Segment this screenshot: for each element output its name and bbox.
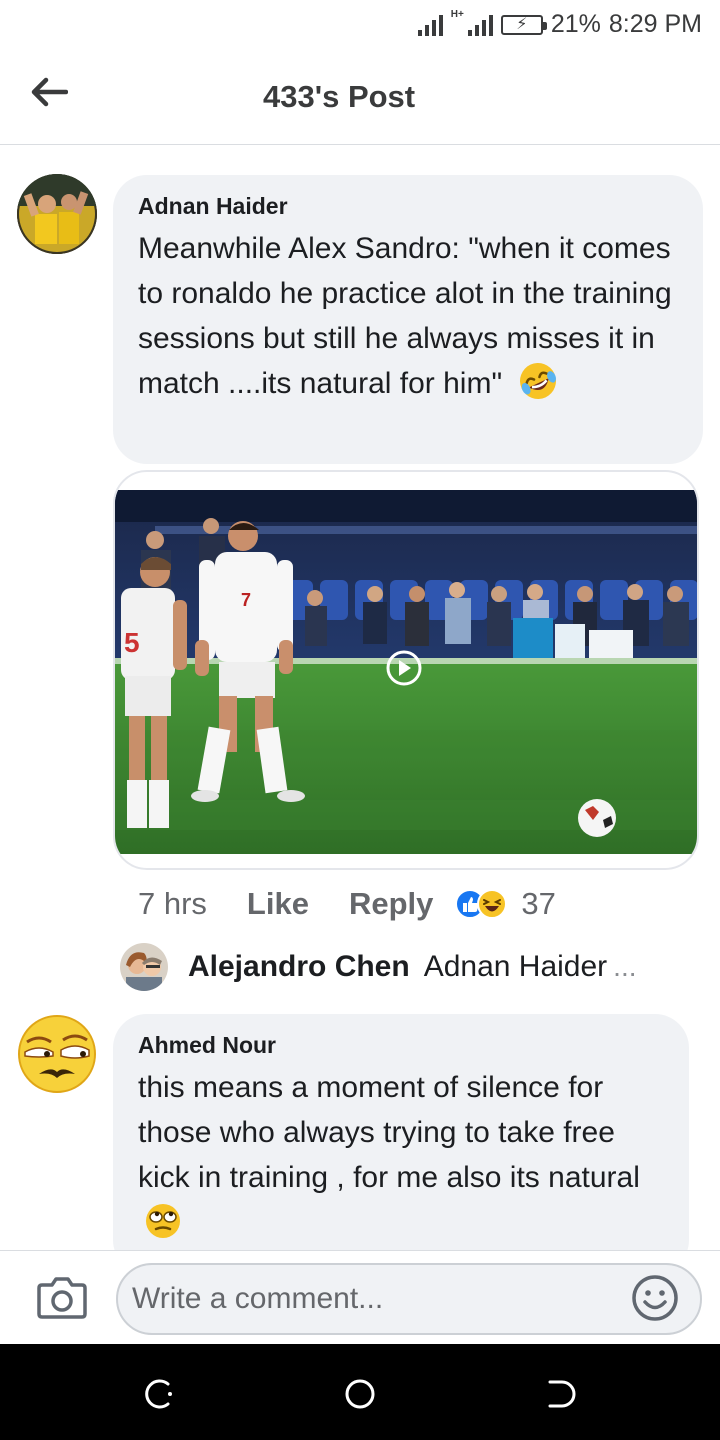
reply-more: ...	[613, 951, 637, 982]
page-header: 433's Post	[0, 50, 720, 145]
face-with-rolling-eyes-emoji-icon	[146, 1204, 180, 1238]
comment-text: Meanwhile Alex Sandro: "when it comes to…	[138, 232, 672, 400]
back-icon	[548, 1380, 576, 1408]
avatar[interactable]	[17, 1014, 97, 1094]
signal-icon	[417, 14, 443, 36]
haha-reaction-icon	[477, 889, 508, 919]
home-button[interactable]	[340, 1374, 380, 1414]
home-icon	[345, 1379, 375, 1409]
comment-author[interactable]: Ahmed Nour	[138, 1032, 663, 1059]
page-title: 433's Post	[263, 79, 416, 114]
camera-button[interactable]	[36, 1273, 88, 1321]
svg-text:7: 7	[241, 590, 251, 610]
arrow-left-icon	[31, 77, 68, 107]
reply-author[interactable]: Alejandro Chen	[188, 950, 410, 984]
reactions[interactable]	[455, 889, 508, 919]
smiley-icon	[632, 1275, 678, 1321]
battery-level: 21%	[550, 10, 601, 38]
comment-actions: 7 hrs Like Reply 37	[138, 884, 556, 924]
rolling-laughing-emoji-icon	[520, 363, 557, 399]
system-back-button[interactable]	[540, 1374, 580, 1414]
network-type: H+	[450, 9, 464, 20]
battery-icon: ⚡	[500, 14, 547, 35]
comment-bubble: Ahmed Nour this means a moment of silenc…	[113, 1014, 689, 1274]
emoji-button[interactable]	[630, 1273, 680, 1323]
svg-text:5: 5	[124, 627, 140, 658]
system-nav-bar	[0, 1344, 720, 1440]
video-thumbnail[interactable]: 5 7	[115, 490, 697, 854]
comment-time: 7 hrs	[138, 886, 207, 921]
comment-input[interactable]	[116, 1263, 702, 1335]
recent-apps-button[interactable]	[140, 1374, 180, 1414]
comment-text: this means a moment of silence for those…	[138, 1071, 640, 1194]
reply-button[interactable]: Reply	[349, 886, 433, 922]
back-button[interactable]	[26, 72, 72, 112]
reaction-count: 37	[521, 886, 556, 921]
recent-apps-icon	[145, 1379, 172, 1409]
avatar[interactable]	[120, 943, 168, 991]
comment-bubble: Adnan Haider Meanwhile Alex Sandro: "whe…	[113, 175, 703, 464]
reply-text: Adnan Haider	[423, 950, 608, 983]
video-attachment[interactable]: 5 7	[113, 470, 699, 870]
avatar[interactable]	[17, 174, 97, 254]
comment-author[interactable]: Adnan Haider	[138, 193, 677, 220]
camera-icon	[37, 1277, 87, 1319]
reply-preview[interactable]: Alejandro Chen Adnan Haider ...	[120, 942, 637, 992]
clock: 8:29 PM	[608, 10, 702, 38]
like-button[interactable]: Like	[247, 886, 309, 922]
comment-composer	[0, 1250, 720, 1344]
signal-icon-2	[467, 14, 493, 36]
status-bar: H+ ⚡ 21% 8:29 PM	[0, 0, 720, 50]
